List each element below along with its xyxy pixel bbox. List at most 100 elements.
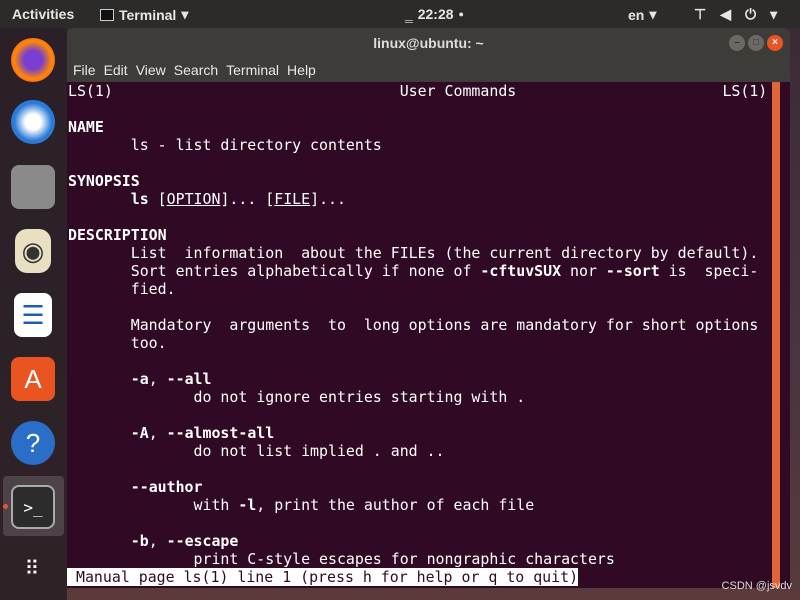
man-line: [68, 514, 772, 532]
man-text: [68, 190, 131, 208]
man-text: ls: [130, 190, 149, 208]
running-indicator: [3, 504, 8, 509]
man-text: [68, 370, 131, 388]
close-button[interactable]: ×: [767, 35, 783, 51]
man-text: [68, 424, 131, 442]
menu-bar: File Edit View Search Terminal Help: [67, 58, 790, 82]
activities-label: Activities: [12, 6, 75, 22]
watermark: CSDN @jsvdv: [721, 580, 792, 592]
man-text: -A: [130, 424, 149, 442]
app-menu-label: Terminal: [119, 6, 177, 23]
man-text: fied.: [68, 280, 176, 298]
menu-terminal[interactable]: Terminal: [226, 62, 285, 78]
clock[interactable]: ‗ 22:28 ●: [405, 6, 464, 22]
maximize-button[interactable]: □: [748, 35, 764, 51]
notification-icon: ‗: [405, 6, 413, 22]
minimize-button[interactable]: –: [729, 35, 745, 51]
activities-button[interactable]: Activities: [12, 6, 74, 22]
man-text: too.: [68, 334, 167, 352]
firefox-icon[interactable]: [11, 38, 55, 82]
man-line: too.: [68, 334, 772, 352]
man-text: -b: [130, 532, 149, 550]
man-line: NAME: [68, 118, 772, 136]
man-text: do not list implied . and ..: [68, 442, 445, 460]
man-text: nor: [561, 262, 606, 280]
man-text: , print the author of each file: [256, 496, 535, 514]
menu-edit[interactable]: Edit: [104, 62, 134, 78]
help-icon[interactable]: ?: [11, 421, 55, 465]
scrollbar[interactable]: [772, 82, 780, 588]
man-line: [68, 352, 772, 370]
chevron-down-icon: ▾: [649, 6, 657, 22]
power-icon: ⏻: [744, 6, 757, 22]
window-title: linux@ubuntu: ~: [373, 35, 484, 51]
man-line: -b, --escape: [68, 532, 772, 550]
terminal-output[interactable]: LS(1) User Commands LS(1) NAME ls - list …: [67, 82, 772, 586]
terminal-icon[interactable]: >_: [11, 485, 55, 529]
man-line: [68, 154, 772, 172]
man-line: ls [OPTION]... [FILE]...: [68, 190, 772, 208]
man-text: LS(1) User Commands LS(1): [68, 82, 768, 100]
man-text: List information about the FILEs (the cu…: [68, 244, 759, 262]
man-text: ,: [148, 532, 167, 550]
man-line: [68, 298, 772, 316]
man-line: do not ignore entries starting with .: [68, 388, 772, 406]
man-text: FILE: [274, 190, 311, 208]
menu-file[interactable]: File: [73, 62, 102, 78]
man-text: [: [148, 190, 167, 208]
title-bar[interactable]: linux@ubuntu: ~ – □ ×: [67, 28, 790, 58]
man-text: Sort entries alphabetically if none of: [68, 262, 481, 280]
man-line: Mandatory arguments to long options are …: [68, 316, 772, 334]
man-line: Sort entries alphabetically if none of -…: [68, 262, 772, 280]
thunderbird-icon[interactable]: [11, 100, 55, 144]
language-menu[interactable]: en ▾: [628, 6, 656, 23]
dock: ◉ ☰ A ? >_ ⠿: [0, 28, 67, 600]
man-text: ]... [: [220, 190, 275, 208]
man-text: SYNOPSIS: [68, 172, 140, 190]
man-line: [68, 100, 772, 118]
man-text: ]...: [310, 190, 346, 208]
terminal-icon: [100, 8, 114, 21]
show-apps-icon[interactable]: ⠿: [11, 547, 55, 591]
man-line: [68, 208, 772, 226]
volume-muted-icon: ◀: [720, 6, 731, 22]
top-bar: Activities Terminal ▾ ‗ 22:28 ● en ▾ ⊤ ◀ ⏻ ▾: [0, 0, 800, 28]
clock-label: 22:28: [417, 6, 454, 22]
man-text: --almost-all: [166, 424, 275, 442]
menu-search[interactable]: Search: [174, 62, 224, 78]
chevron-down-icon: ▾: [770, 6, 778, 22]
system-menu[interactable]: ⊤ ◀ ⏻ ▾: [694, 6, 777, 23]
terminal-window: linux@ubuntu: ~ – □ × File Edit View Sea…: [67, 28, 790, 588]
man-text: -cftuvSUX: [480, 262, 562, 280]
man-line: -a, --all: [68, 370, 772, 388]
man-text: with: [68, 496, 239, 514]
man-line: [68, 406, 772, 424]
man-text: --sort: [605, 262, 660, 280]
man-text: [68, 532, 131, 550]
network-icon: ⊤: [694, 6, 707, 22]
menu-view[interactable]: View: [136, 62, 172, 78]
man-text: do not ignore entries starting with .: [68, 388, 526, 406]
menu-help[interactable]: Help: [287, 62, 322, 78]
man-text: --author: [130, 478, 203, 496]
man-text: [68, 478, 131, 496]
man-line: DESCRIPTION: [68, 226, 772, 244]
app-menu[interactable]: Terminal ▾: [100, 6, 188, 23]
man-line: List information about the FILEs (the cu…: [68, 244, 772, 262]
files-icon[interactable]: [11, 165, 55, 209]
man-text: DESCRIPTION: [68, 226, 167, 244]
rhythmbox-icon[interactable]: ◉: [15, 229, 51, 273]
pager-status: Manual page ls(1) line 1 (press h for he…: [67, 568, 579, 586]
man-line: SYNOPSIS: [68, 172, 772, 190]
man-text: print C-style escapes for nongraphic cha…: [68, 550, 615, 568]
writer-icon[interactable]: ☰: [14, 293, 52, 337]
man-text: OPTION: [166, 190, 221, 208]
man-line: do not list implied . and ..: [68, 442, 772, 460]
dot-icon: ●: [458, 9, 464, 19]
man-text: NAME: [68, 118, 104, 136]
software-icon[interactable]: A: [11, 357, 55, 401]
man-text: is speci-: [659, 262, 759, 280]
man-text: -a: [130, 370, 149, 388]
man-line: [68, 460, 772, 478]
man-text: --all: [166, 370, 212, 388]
